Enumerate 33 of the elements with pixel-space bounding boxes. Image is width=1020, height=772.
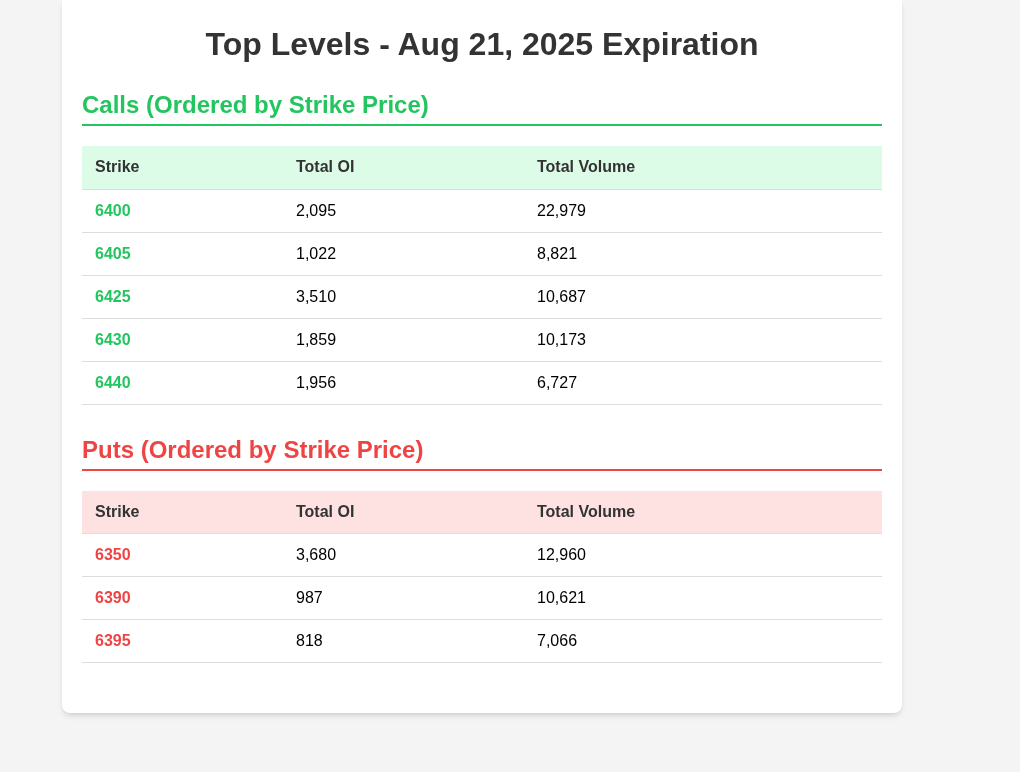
table-cell: 2,095 [283, 189, 524, 232]
section-heading: Puts (Ordered by Strike Price) [82, 434, 882, 471]
table-cell: 1,022 [283, 232, 524, 275]
table-cell: 818 [283, 619, 524, 663]
table-cell: 22,979 [524, 189, 882, 232]
table-cell: 12,960 [524, 533, 882, 577]
column-header: Strike [82, 490, 283, 534]
strike-cell: 6390 [82, 576, 283, 620]
page-title: Top Levels - Aug 21, 2025 Expiration [204, 25, 760, 64]
column-header: Strike [82, 146, 283, 189]
strike-cell: 6395 [82, 619, 283, 663]
table-cell: 1,956 [283, 361, 524, 404]
column-header: Total OI [283, 490, 524, 534]
table-cell: 3,510 [283, 275, 524, 318]
column-header: Total Volume [524, 146, 882, 189]
strike-cell: 6425 [82, 275, 283, 318]
table-cell: 987 [283, 576, 524, 620]
strike-cell: 6350 [82, 533, 283, 577]
column-header: Total Volume [524, 490, 882, 534]
table-cell: 3,680 [283, 533, 524, 577]
table-cell: 10,173 [524, 318, 882, 361]
table-cell: 8,821 [524, 232, 882, 275]
table-cell: 10,621 [524, 576, 882, 620]
table-cell: 7,066 [524, 619, 882, 663]
table-cell: 6,727 [524, 361, 882, 404]
strike-cell: 6400 [82, 189, 283, 232]
section-heading: Calls (Ordered by Strike Price) [82, 90, 882, 126]
column-header: Total OI [283, 146, 524, 189]
table-cell: 1,859 [283, 318, 524, 361]
strike-cell: 6430 [82, 318, 283, 361]
table-cell: 10,687 [524, 275, 882, 318]
strike-cell: 6440 [82, 361, 283, 404]
strike-cell: 6405 [82, 232, 283, 275]
